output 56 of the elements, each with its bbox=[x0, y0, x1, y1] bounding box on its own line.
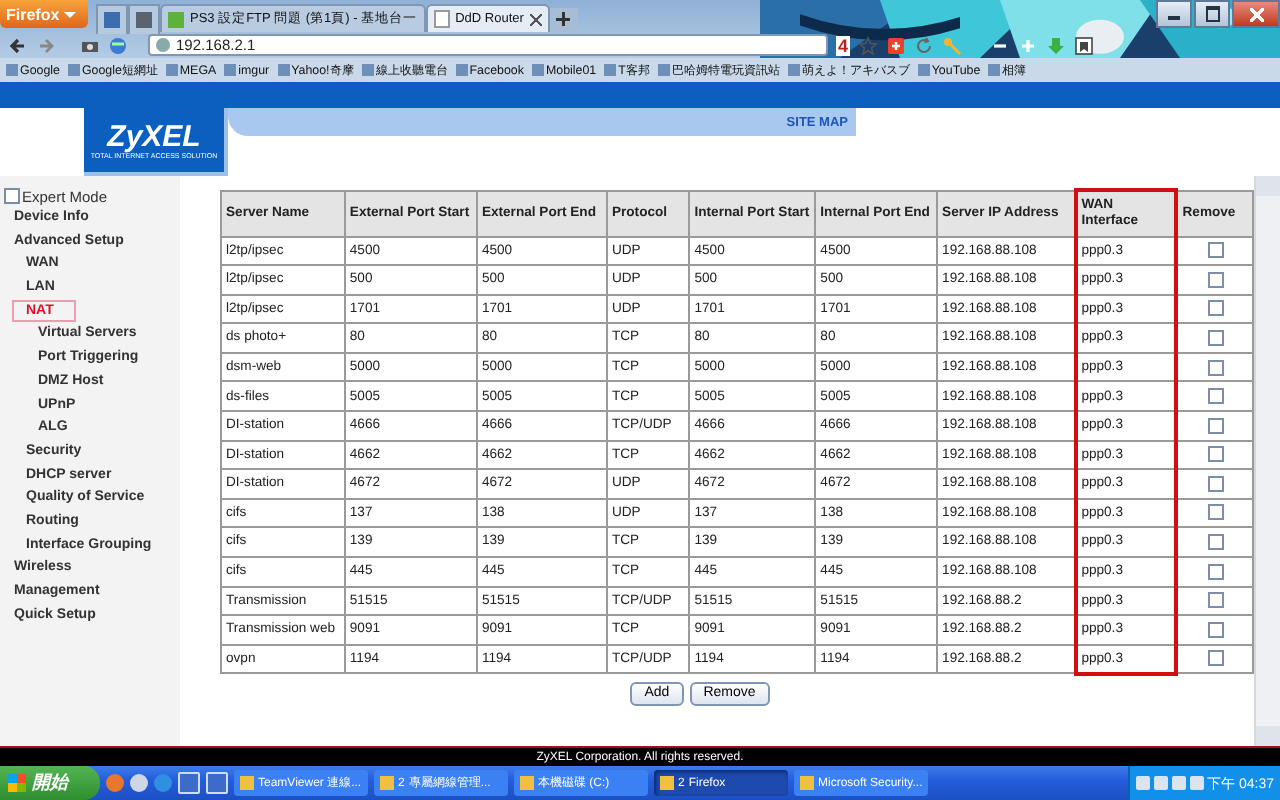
window-icon bbox=[660, 776, 674, 790]
windows-logo-icon bbox=[8, 774, 26, 792]
close-button[interactable] bbox=[1232, 0, 1280, 28]
bookmarks-icon[interactable] bbox=[1074, 35, 1095, 55]
notification-count: 4 bbox=[836, 35, 851, 55]
bookmark-icon bbox=[165, 64, 178, 76]
remove-checkbox[interactable] bbox=[1207, 417, 1224, 434]
forward-icon[interactable] bbox=[36, 35, 56, 55]
logo-text: ZyXEL bbox=[107, 121, 201, 151]
desktop-icon[interactable] bbox=[206, 772, 228, 794]
bookmark-icon bbox=[657, 64, 670, 76]
new-tab-button[interactable] bbox=[549, 7, 578, 31]
star-icon[interactable] bbox=[858, 35, 879, 55]
pinned-tab[interactable] bbox=[96, 3, 128, 33]
bookmark-icon bbox=[277, 64, 290, 76]
remove-checkbox[interactable] bbox=[1207, 359, 1224, 376]
bookmark-icon bbox=[6, 64, 18, 76]
remove-checkbox[interactable] bbox=[1207, 592, 1224, 609]
remove-checkbox[interactable] bbox=[1207, 329, 1224, 346]
caret-icon bbox=[63, 11, 76, 17]
reload-icon[interactable] bbox=[914, 35, 935, 55]
close-icon[interactable] bbox=[529, 13, 542, 25]
globe-icon[interactable] bbox=[108, 35, 128, 55]
remove-checkbox[interactable] bbox=[1207, 475, 1224, 492]
window-icon bbox=[520, 776, 534, 790]
remove-checkbox[interactable] bbox=[1207, 650, 1224, 667]
window-icon bbox=[240, 776, 254, 790]
bookmark-icon bbox=[531, 64, 544, 76]
bookmark-icon bbox=[361, 64, 374, 76]
remove-checkbox[interactable] bbox=[1207, 271, 1224, 288]
remove-checkbox[interactable] bbox=[1207, 563, 1224, 580]
window-icon bbox=[380, 776, 394, 790]
remove-checkbox[interactable] bbox=[1207, 446, 1224, 463]
bookmark-icon bbox=[604, 64, 617, 76]
tab-icon bbox=[433, 10, 450, 28]
bookmark-icon bbox=[224, 64, 237, 76]
minimize-button[interactable] bbox=[1156, 0, 1192, 28]
download-icon[interactable] bbox=[1046, 35, 1067, 55]
bookmark-icon bbox=[917, 64, 930, 76]
remove-checkbox[interactable] bbox=[1207, 242, 1224, 259]
window-icon bbox=[800, 776, 814, 790]
remove-checkbox[interactable] bbox=[1207, 300, 1224, 317]
remove-checkbox[interactable] bbox=[1207, 534, 1224, 551]
maximize-button[interactable] bbox=[1194, 0, 1230, 28]
back-icon[interactable] bbox=[8, 35, 28, 55]
pinned-tab[interactable] bbox=[128, 3, 160, 33]
scrollbar[interactable] bbox=[1254, 176, 1280, 746]
remove-checkbox[interactable] bbox=[1207, 504, 1224, 521]
browser-icon[interactable] bbox=[154, 774, 172, 792]
site-icon bbox=[156, 38, 170, 52]
bookmark-icon bbox=[988, 64, 1001, 76]
remove-checkbox[interactable] bbox=[1207, 388, 1224, 405]
bookmark-icon bbox=[787, 64, 800, 76]
bookmark-icon bbox=[67, 64, 80, 76]
bookmark-icon bbox=[455, 64, 468, 76]
remove-checkbox[interactable] bbox=[1207, 621, 1224, 638]
